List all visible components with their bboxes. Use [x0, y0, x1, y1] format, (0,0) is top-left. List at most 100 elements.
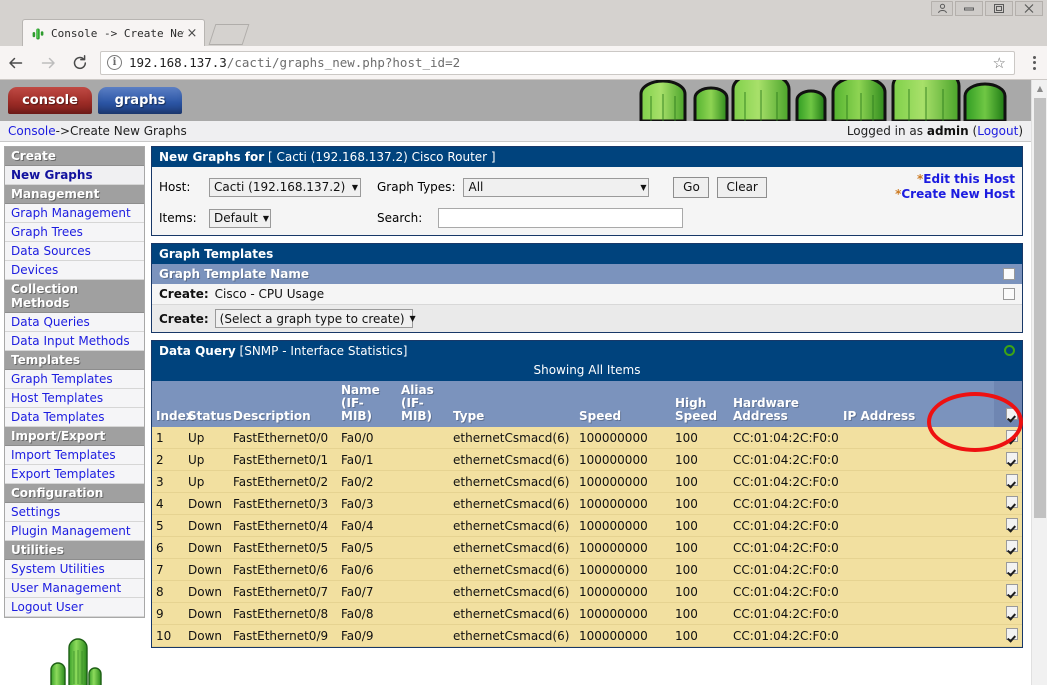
- tab-console-create-new[interactable]: Console -> Create New ×: [22, 19, 205, 46]
- cell-description: FastEthernet0/2: [229, 470, 337, 493]
- sidebar-item-data-templates[interactable]: Data Templates: [5, 408, 144, 427]
- logged-in-prefix: Logged in as: [846, 124, 927, 138]
- col-type[interactable]: Type: [449, 381, 575, 427]
- breadcrumb-console-link[interactable]: Console: [8, 124, 56, 138]
- row-checkbox-cell: [994, 536, 1022, 559]
- sidebar-item-logout-user[interactable]: Logout User: [5, 598, 144, 617]
- graph-template-row-checkbox[interactable]: [1003, 288, 1015, 300]
- col-select-all: [994, 381, 1022, 427]
- sidebar-group-import-export: Import/Export: [5, 427, 144, 446]
- col-high-speed[interactable]: High Speed: [671, 381, 729, 427]
- address-bar[interactable]: i 192.168.137.3/cacti/graphs_new.php?hos…: [100, 50, 1015, 75]
- cell-name: Fa0/3: [337, 492, 397, 515]
- sidebar-item-host-templates[interactable]: Host Templates: [5, 389, 144, 408]
- sidebar-item-export-templates[interactable]: Export Templates: [5, 465, 144, 484]
- sidebar-item-graph-management[interactable]: Graph Management: [5, 204, 144, 223]
- row-checkbox-cell: [994, 624, 1022, 647]
- sidebar-item-plugin-management[interactable]: Plugin Management: [5, 522, 144, 541]
- table-row[interactable]: 1 Up FastEthernet0/0 Fa0/0 ethernetCsmacd(6)…: [152, 427, 1022, 449]
- graph-types-select[interactable]: All ▼: [463, 177, 650, 197]
- page-scrollbar[interactable]: ▲: [1031, 80, 1047, 685]
- col-description[interactable]: Description: [229, 381, 337, 427]
- bookmark-star-icon[interactable]: ☆: [993, 54, 1008, 72]
- search-input[interactable]: [438, 208, 684, 228]
- clear-button[interactable]: Clear: [717, 176, 767, 198]
- go-button[interactable]: Go: [673, 176, 710, 198]
- col-ip-address[interactable]: IP Address: [839, 381, 994, 427]
- col-index[interactable]: Index: [152, 381, 193, 427]
- profile-icon[interactable]: [931, 1, 953, 16]
- cell-description: FastEthernet0/7: [229, 580, 337, 603]
- new-tab-button[interactable]: [208, 24, 250, 45]
- cell-speed: 100000000: [575, 536, 671, 559]
- row-select-checkbox[interactable]: [1006, 496, 1018, 508]
- table-row[interactable]: 5 Down FastEthernet0/4 Fa0/4 ethernetCsmacd(…: [152, 514, 1022, 537]
- cell-index: 9: [152, 602, 184, 625]
- sidebar-item-settings[interactable]: Settings: [5, 503, 144, 522]
- table-row[interactable]: 7 Down FastEthernet0/6 Fa0/6 ethernetCsmacd(…: [152, 558, 1022, 581]
- logout-open-paren: (: [968, 124, 978, 138]
- create-new-host-link[interactable]: Create New Host: [901, 187, 1015, 201]
- row-select-checkbox[interactable]: [1006, 430, 1018, 442]
- select-all-checkbox[interactable]: [1006, 408, 1018, 420]
- forward-button[interactable]: [32, 47, 64, 79]
- page-body: Create New Graphs Management Graph Manag…: [0, 142, 1031, 685]
- main-content: New Graphs for [ Cacti (192.168.137.2) C…: [148, 142, 1031, 685]
- host-select[interactable]: Cacti (192.168.137.2) ▼: [209, 177, 361, 197]
- col-hardware-address[interactable]: Hardware Address: [729, 381, 839, 427]
- banner-tab-graphs[interactable]: graphs: [98, 87, 182, 114]
- minimize-button[interactable]: [955, 1, 983, 16]
- sidebar-item-data-sources[interactable]: Data Sources: [5, 242, 144, 261]
- reload-button[interactable]: [64, 47, 96, 79]
- row-select-checkbox[interactable]: [1006, 518, 1018, 530]
- sidebar-item-data-queries[interactable]: Data Queries: [5, 313, 144, 332]
- data-query-table: Index Status Description Name (IF-MIB) A…: [152, 381, 1022, 647]
- table-row[interactable]: 2 Up FastEthernet0/1 Fa0/1 ethernetCsmacd(6)…: [152, 448, 1022, 471]
- row-select-checkbox[interactable]: [1006, 540, 1018, 552]
- close-button[interactable]: [1015, 1, 1043, 16]
- scrollbar-thumb[interactable]: [1034, 98, 1046, 518]
- sidebar-item-user-management[interactable]: User Management: [5, 579, 144, 598]
- col-status[interactable]: Status: [184, 381, 232, 427]
- table-row[interactable]: 8 Down FastEthernet0/7 Fa0/7 ethernetCsmacd(…: [152, 580, 1022, 603]
- row-select-checkbox[interactable]: [1006, 628, 1018, 640]
- row-select-checkbox[interactable]: [1006, 474, 1018, 486]
- col-speed[interactable]: Speed: [575, 381, 671, 427]
- col-name-ifmib[interactable]: Name (IF-MIB): [337, 381, 397, 427]
- row-checkbox-cell: [994, 427, 1022, 449]
- row-select-checkbox[interactable]: [1006, 584, 1018, 596]
- browser-chrome: Console -> Create New × i 192.168.137.3/…: [0, 0, 1047, 80]
- table-row[interactable]: 3 Up FastEthernet0/2 Fa0/2 ethernetCsmacd(6)…: [152, 470, 1022, 493]
- cell-ip-address: [839, 514, 994, 537]
- table-row[interactable]: 10 Down FastEthernet0/9 Fa0/9 ethernetCsmacd…: [152, 624, 1022, 647]
- cacti-banner: console graphs: [0, 80, 1031, 121]
- table-row[interactable]: 4 Down FastEthernet0/3 Fa0/3 ethernetCsmacd(…: [152, 492, 1022, 515]
- scroll-up-arrow-icon[interactable]: ▲: [1032, 80, 1047, 96]
- col-alias-ifmib[interactable]: Alias (IF-MIB): [397, 381, 449, 427]
- items-select[interactable]: Default ▼: [209, 208, 271, 228]
- back-button[interactable]: [0, 47, 32, 79]
- graph-templates-select-all-checkbox[interactable]: [1003, 268, 1015, 280]
- edit-this-host-link[interactable]: Edit this Host: [923, 172, 1015, 186]
- sidebar-item-graph-trees[interactable]: Graph Trees: [5, 223, 144, 242]
- table-row[interactable]: 6 Down FastEthernet0/5 Fa0/5 ethernetCsmacd(…: [152, 536, 1022, 559]
- graph-type-select[interactable]: (Select a graph type to create) ▼: [214, 309, 416, 328]
- sidebar-item-devices[interactable]: Devices: [5, 261, 144, 280]
- banner-tab-console[interactable]: console: [8, 87, 92, 114]
- sidebar-item-new-graphs[interactable]: New Graphs: [5, 166, 144, 185]
- row-select-checkbox[interactable]: [1006, 606, 1018, 618]
- sidebar-item-system-utilities[interactable]: System Utilities: [5, 560, 144, 579]
- cell-high-speed: 100: [671, 624, 729, 647]
- cell-ip-address: [839, 558, 994, 581]
- row-select-checkbox[interactable]: [1006, 562, 1018, 574]
- sidebar-item-data-input-methods[interactable]: Data Input Methods: [5, 332, 144, 351]
- sidebar-item-graph-templates[interactable]: Graph Templates: [5, 370, 144, 389]
- page-info-icon[interactable]: i: [107, 55, 122, 70]
- maximize-button[interactable]: [985, 1, 1013, 16]
- table-row[interactable]: 9 Down FastEthernet0/8 Fa0/8 ethernetCsmacd(…: [152, 602, 1022, 625]
- browser-menu-icon[interactable]: [1021, 47, 1047, 79]
- row-select-checkbox[interactable]: [1006, 452, 1018, 464]
- tab-close-icon[interactable]: ×: [184, 27, 200, 40]
- logout-link[interactable]: Logout: [977, 124, 1018, 138]
- sidebar-item-import-templates[interactable]: Import Templates: [5, 446, 144, 465]
